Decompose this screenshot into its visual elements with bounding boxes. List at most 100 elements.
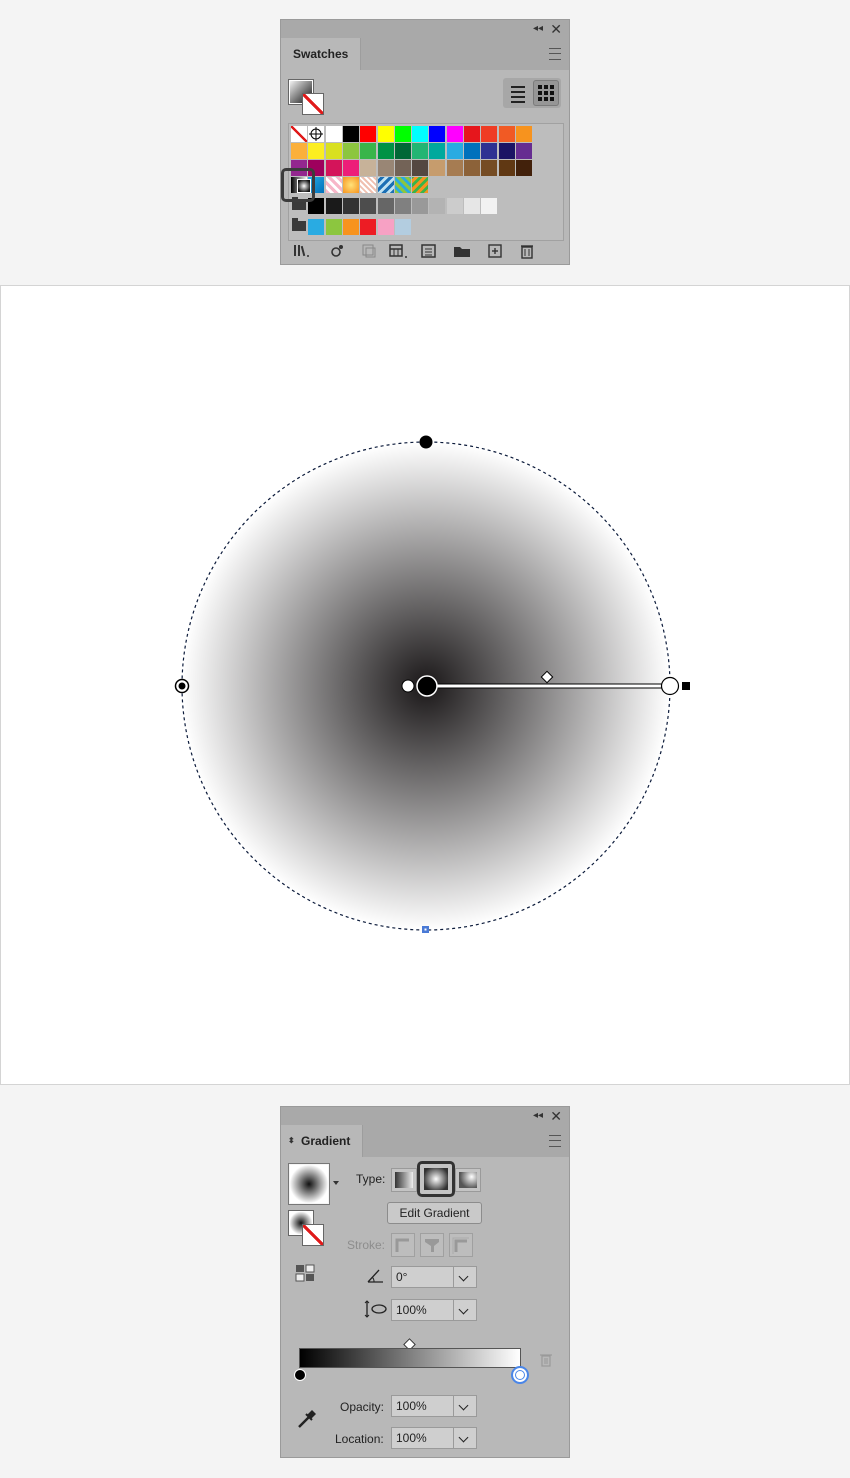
color-group-icon[interactable]	[389, 243, 407, 259]
swatch-gray[interactable]	[342, 198, 359, 214]
swatch-pattern-1[interactable]	[360, 177, 377, 193]
swatch-gray[interactable]	[464, 198, 480, 214]
swatch[interactable]	[446, 126, 463, 142]
swatch-group-color[interactable]	[360, 219, 377, 235]
fill-stroke-indicator[interactable]	[288, 79, 327, 118]
swatch[interactable]	[412, 143, 429, 159]
swatch[interactable]	[325, 160, 342, 176]
tab-toggle-icon[interactable]: ⬍	[288, 1125, 295, 1157]
swatch-gray[interactable]	[325, 198, 342, 214]
gradient-stop-black[interactable]	[294, 1369, 306, 1381]
swatch-list-icon[interactable]	[421, 243, 437, 259]
swatch-group-color[interactable]	[394, 219, 411, 235]
freeform-gradient-button[interactable]	[455, 1168, 481, 1192]
stroke-across-button[interactable]	[449, 1233, 473, 1257]
swatch-gray[interactable]	[377, 198, 394, 214]
swatch-pink-pattern[interactable]	[325, 177, 342, 193]
swatch-libraries-icon[interactable]	[293, 243, 309, 259]
swatch[interactable]	[342, 143, 359, 159]
swatch[interactable]	[360, 160, 377, 176]
swatch-options-icon[interactable]	[361, 243, 377, 259]
swatch-gray[interactable]	[394, 198, 411, 214]
stroke-along-button[interactable]	[420, 1233, 444, 1257]
reverse-gradient-icon[interactable]	[295, 1263, 315, 1283]
swatch[interactable]	[429, 143, 446, 159]
gradient-origin-stop[interactable]	[416, 675, 438, 697]
angle-combo[interactable]: 0°	[391, 1266, 477, 1288]
aspect-dropdown-icon[interactable]	[453, 1300, 476, 1320]
gradient-presets-arrow-icon[interactable]	[333, 1181, 339, 1185]
swatch-gray[interactable]	[481, 198, 498, 214]
panel-menu-icon[interactable]	[549, 48, 561, 60]
swatch[interactable]	[515, 143, 532, 159]
panel-menu-icon[interactable]	[549, 1135, 561, 1147]
tab-swatches[interactable]: Swatches	[281, 38, 362, 70]
swatch-pattern-4[interactable]	[412, 177, 429, 193]
swatch-group-color[interactable]	[308, 219, 325, 235]
swatch[interactable]	[515, 126, 532, 142]
radius-handle[interactable]	[682, 682, 690, 690]
swatch-group-color[interactable]	[325, 219, 342, 235]
aspect-ratio-value[interactable]: 100%	[396, 1300, 427, 1320]
swatch[interactable]	[342, 160, 359, 176]
swatch[interactable]	[515, 160, 532, 176]
swatch[interactable]	[412, 126, 429, 142]
artboard[interactable]	[0, 285, 850, 1085]
swatch[interactable]	[377, 143, 394, 159]
tab-gradient[interactable]: ⬍ Gradient	[281, 1125, 364, 1157]
opacity-dropdown-icon[interactable]	[453, 1396, 476, 1416]
swatch-none[interactable]	[291, 126, 307, 142]
swatch-group-color[interactable]	[342, 219, 359, 235]
swatch[interactable]	[481, 160, 498, 176]
swatch[interactable]	[377, 160, 394, 176]
swatch[interactable]	[464, 160, 480, 176]
opacity-value[interactable]: 100%	[396, 1396, 427, 1416]
swatch[interactable]	[481, 143, 498, 159]
swatch[interactable]	[360, 143, 377, 159]
swatch[interactable]	[394, 126, 411, 142]
swatch[interactable]	[412, 160, 429, 176]
angle-value[interactable]: 0°	[396, 1267, 407, 1287]
swatch[interactable]	[429, 160, 446, 176]
swatch[interactable]	[291, 143, 307, 159]
location-dropdown-icon[interactable]	[453, 1428, 476, 1448]
new-group-folder-icon[interactable]	[453, 243, 470, 259]
focal-point-handle[interactable]	[401, 679, 415, 693]
swatch-pattern-3[interactable]	[394, 177, 411, 193]
delete-swatch-icon[interactable]	[519, 243, 535, 259]
stroke-within-button[interactable]	[391, 1233, 415, 1257]
opacity-combo[interactable]: 100%	[391, 1395, 477, 1417]
swatch[interactable]	[446, 143, 463, 159]
grid-view-button[interactable]	[533, 80, 559, 106]
swatch[interactable]	[464, 126, 480, 142]
aspect-ratio-combo[interactable]: 100%	[391, 1299, 477, 1321]
swatch-orange-radial[interactable]	[342, 177, 359, 193]
stroke-swatch[interactable]	[302, 93, 324, 115]
swatch[interactable]	[498, 126, 515, 142]
eyedropper-icon[interactable]	[295, 1407, 319, 1431]
color-group-folder-icon[interactable]	[292, 218, 306, 231]
swatch[interactable]	[394, 143, 411, 159]
close-icon[interactable]: ✕	[550, 1108, 562, 1124]
angle-dropdown-icon[interactable]	[453, 1267, 476, 1287]
location-value[interactable]: 100%	[396, 1428, 427, 1448]
swatch[interactable]	[325, 143, 342, 159]
swatch-pattern-2[interactable]	[377, 177, 394, 193]
gradient-end-stop[interactable]	[660, 676, 680, 696]
collapse-icon[interactable]: ◂◂	[533, 23, 543, 35]
linear-gradient-button[interactable]	[391, 1168, 417, 1192]
collapse-icon[interactable]: ◂◂	[533, 1110, 543, 1122]
edit-gradient-button[interactable]: Edit Gradient	[387, 1202, 482, 1224]
swatch-gray[interactable]	[429, 198, 446, 214]
swatch-registration[interactable]	[308, 126, 325, 142]
swatch[interactable]	[429, 126, 446, 142]
delete-stop-icon[interactable]	[539, 1353, 553, 1367]
swatch[interactable]	[481, 126, 498, 142]
swatch[interactable]	[446, 160, 463, 176]
swatch-gray[interactable]	[412, 198, 429, 214]
radial-gradient-button[interactable]	[417, 1161, 455, 1197]
swatch[interactable]	[342, 126, 359, 142]
swatch[interactable]	[308, 143, 325, 159]
swatch[interactable]	[377, 126, 394, 142]
gradient-stop-white-selected[interactable]	[511, 1366, 529, 1384]
